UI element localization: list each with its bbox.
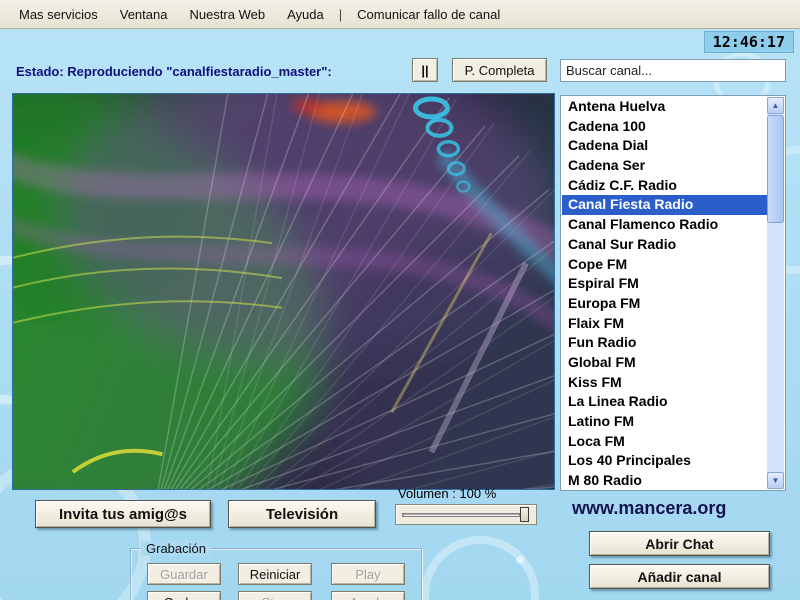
scroll-down-button[interactable]: ▼ <box>767 472 784 489</box>
menubar: Mas servicios Ventana Nuestra Web Ayuda … <box>0 0 800 29</box>
menu-item-ayuda[interactable]: Ayuda <box>276 2 335 27</box>
invite-friends-button[interactable]: Invita tus amig@s <box>35 500 211 528</box>
play-button: Play <box>331 563 405 585</box>
restart-button[interactable]: Reiniciar <box>238 563 312 585</box>
scroll-up-button[interactable]: ▲ <box>767 97 784 114</box>
fullscreen-button[interactable]: P. Completa <box>452 58 547 82</box>
channel-item[interactable]: Loca FM <box>562 432 767 452</box>
menu-item-comunicar-fallo[interactable]: Comunicar fallo de canal <box>346 2 511 27</box>
channel-item[interactable]: Fun Radio <box>562 333 767 353</box>
television-button[interactable]: Televisión <box>228 500 376 528</box>
help-button: Ayuda <box>331 591 405 600</box>
scroll-up-icon: ▲ <box>771 101 780 110</box>
record-button[interactable]: Grabar <box>147 591 221 600</box>
volume-label: Volumen : 100 % <box>398 486 497 501</box>
channel-item[interactable]: Cádiz C.F. Radio <box>562 176 767 196</box>
website-link[interactable]: www.mancera.org <box>572 498 786 519</box>
channel-list: Antena Huelva Cadena 100 Cadena Dial Cad… <box>560 95 786 491</box>
radio-player-window: Mas servicios Ventana Nuestra Web Ayuda … <box>0 0 800 600</box>
channel-item[interactable]: Canal Flamenco Radio <box>562 215 767 235</box>
channel-item[interactable]: Antena Huelva <box>562 97 767 117</box>
channel-item-selected[interactable]: Canal Fiesta Radio <box>562 195 767 216</box>
stop-button: Stop <box>238 591 312 600</box>
recording-group-title: Grabación <box>141 541 211 556</box>
clock-display: 12:46:17 <box>703 31 794 53</box>
channel-items: Antena Huelva Cadena 100 Cadena Dial Cad… <box>562 97 767 489</box>
video-area <box>12 93 555 490</box>
channel-item[interactable]: Kiss FM <box>562 373 767 393</box>
scroll-down-icon: ▼ <box>771 476 780 485</box>
channel-item[interactable]: Espiral FM <box>562 274 767 294</box>
channel-item[interactable]: Flaix FM <box>562 314 767 334</box>
volume-slider[interactable] <box>395 504 537 525</box>
channel-item[interactable]: M 80 Radio <box>562 471 767 489</box>
channel-item[interactable]: Europa FM <box>562 294 767 314</box>
channel-list-scrollbar[interactable]: ▲ ▼ <box>767 97 784 489</box>
channel-item[interactable]: Cadena Ser <box>562 156 767 176</box>
channel-item[interactable]: Cadena Dial <box>562 136 767 156</box>
channel-item[interactable]: Canal Sur Radio <box>562 235 767 255</box>
channel-item[interactable]: Global FM <box>562 353 767 373</box>
scroll-thumb[interactable] <box>767 115 784 223</box>
menu-separator: | <box>338 6 343 22</box>
volume-slider-groove <box>402 513 520 517</box>
menu-item-mas-servicios[interactable]: Mas servicios <box>8 2 109 27</box>
channel-item[interactable]: Los 40 Principales <box>562 451 767 471</box>
pause-button[interactable]: || <box>412 58 438 82</box>
menu-item-nuestra-web[interactable]: Nuestra Web <box>178 2 276 27</box>
channel-item[interactable]: Cope FM <box>562 255 767 275</box>
volume-slider-thumb[interactable] <box>520 507 529 522</box>
channel-item[interactable]: Latino FM <box>562 412 767 432</box>
open-chat-button[interactable]: Abrir Chat <box>589 531 770 556</box>
recording-groupbox: Grabación Guardar Reiniciar Play Grabar … <box>130 541 422 600</box>
add-channel-button[interactable]: Añadir canal <box>589 564 770 589</box>
channel-item[interactable]: La Linea Radio <box>562 392 767 412</box>
playback-status-text: Estado: Reproduciendo "canalfiestaradio_… <box>16 64 332 79</box>
save-button: Guardar <box>147 563 221 585</box>
music-visualization <box>13 94 554 489</box>
channel-item[interactable]: Cadena 100 <box>562 117 767 137</box>
menu-item-ventana[interactable]: Ventana <box>109 2 179 27</box>
channel-search-input[interactable] <box>560 59 786 82</box>
